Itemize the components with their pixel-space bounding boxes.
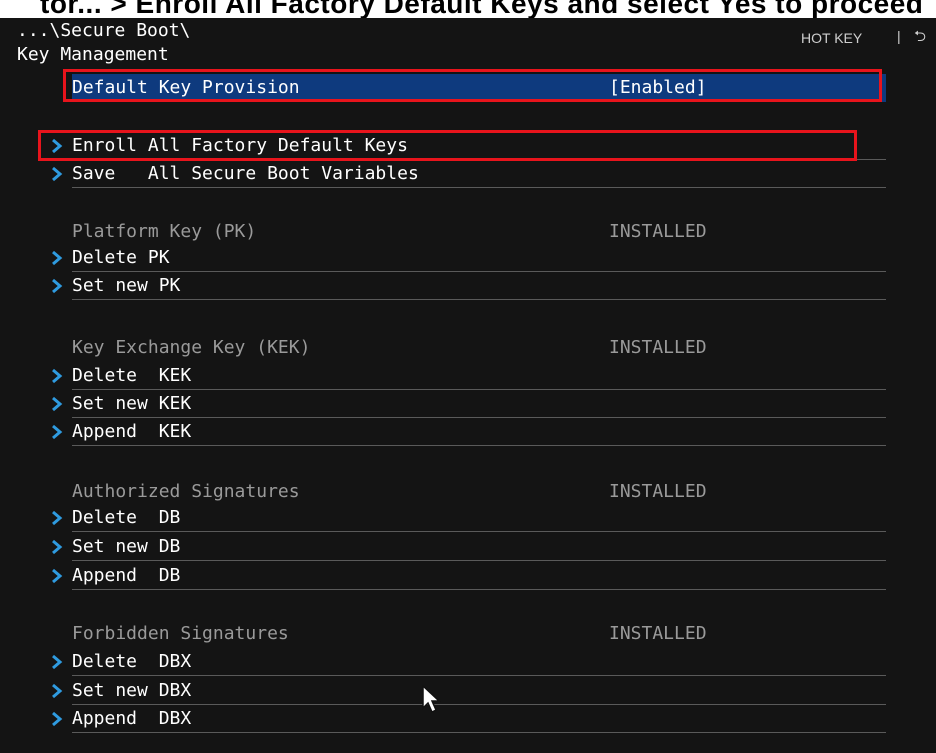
row-divider [72,732,886,733]
menu-item-append-kek[interactable]: Append KEK [52,418,886,446]
submenu-arrow-icon [52,396,63,412]
section-header-label: Platform Key (PK) [72,221,257,242]
menu-item-delete-dbx[interactable]: Delete DBX [52,648,886,676]
mouse-cursor-icon [422,684,441,714]
row-divider [72,589,886,590]
section-header-label: Forbidden Signatures [72,623,289,644]
row-divider [72,445,886,446]
menu-item-label: Set new DB [72,536,181,557]
section-header-label: Authorized Signatures [72,481,300,502]
row-divider [72,560,886,561]
menu-item-delete-kek[interactable]: Delete KEK [52,362,886,390]
hotkey-separator: | [897,28,901,44]
menu-item-label: Set new PK [72,275,181,296]
submenu-arrow-icon [52,654,63,670]
status-value: INSTALLED [609,481,707,502]
row-divider [72,299,886,300]
top-caption-band: tor... > Enroll All Factory Default Keys… [0,0,936,18]
menu-item-label: Save All Secure Boot Variables [72,163,419,184]
row-divider [72,675,886,676]
menu-item-delete-pk[interactable]: Delete PK [52,244,886,272]
section-header-db: Authorized Signatures INSTALLED [72,478,886,506]
back-arrow-icon[interactable]: ⮌ [914,26,926,51]
submenu-arrow-icon [52,424,63,440]
status-value: INSTALLED [609,221,707,242]
menu-item-delete-db[interactable]: Delete DB [52,504,886,532]
status-value: INSTALLED [609,337,707,358]
menu-item-label: Append DBX [72,708,192,729]
submenu-arrow-icon [52,711,63,727]
breadcrumb[interactable]: ...\Secure Boot\ [17,20,190,41]
menu-item-label: Delete KEK [72,365,192,386]
submenu-arrow-icon [52,250,63,266]
menu-item-append-db[interactable]: Append DB [52,562,886,590]
row-divider [72,531,886,532]
section-header-pk: Platform Key (PK) INSTALLED [72,218,886,246]
menu-item-label: Delete DB [72,507,181,528]
submenu-arrow-icon [52,510,63,526]
submenu-arrow-icon [52,539,63,555]
highlight-box-default-key-provision [63,69,882,102]
status-value: INSTALLED [609,623,707,644]
row-divider [72,187,886,188]
hotkey-label[interactable]: HOT KEY [801,30,862,46]
submenu-arrow-icon [52,683,63,699]
submenu-arrow-icon [52,278,63,294]
menu-item-label: Delete PK [72,247,170,268]
section-header-dbx: Forbidden Signatures INSTALLED [72,620,886,648]
menu-item-append-dbx[interactable]: Append DBX [52,705,886,733]
menu-item-set-new-dbx[interactable]: Set new DBX [52,677,886,705]
section-header-kek: Key Exchange Key (KEK) INSTALLED [72,334,886,362]
submenu-arrow-icon [52,166,63,182]
section-header-label: Key Exchange Key (KEK) [72,337,311,358]
menu-item-label: Append DB [72,565,181,586]
submenu-arrow-icon [52,568,63,584]
menu-item-set-new-kek[interactable]: Set new KEK [52,390,886,418]
menu-item-set-new-pk[interactable]: Set new PK [52,272,886,300]
top-caption: tor... > Enroll All Factory Default Keys… [40,0,924,18]
menu-item-label: Append KEK [72,421,192,442]
page-title: Key Management [17,44,169,65]
menu-item-label: Delete DBX [72,651,192,672]
submenu-arrow-icon [52,368,63,384]
menu-item-label: Set new KEK [72,393,192,414]
menu-item-label: Set new DBX [72,680,192,701]
highlight-box-enroll-factory-keys [38,130,857,161]
menu-item-set-new-db[interactable]: Set new DB [52,533,886,561]
menu-item-save-secure-boot-variables[interactable]: Save All Secure Boot Variables [52,160,886,188]
